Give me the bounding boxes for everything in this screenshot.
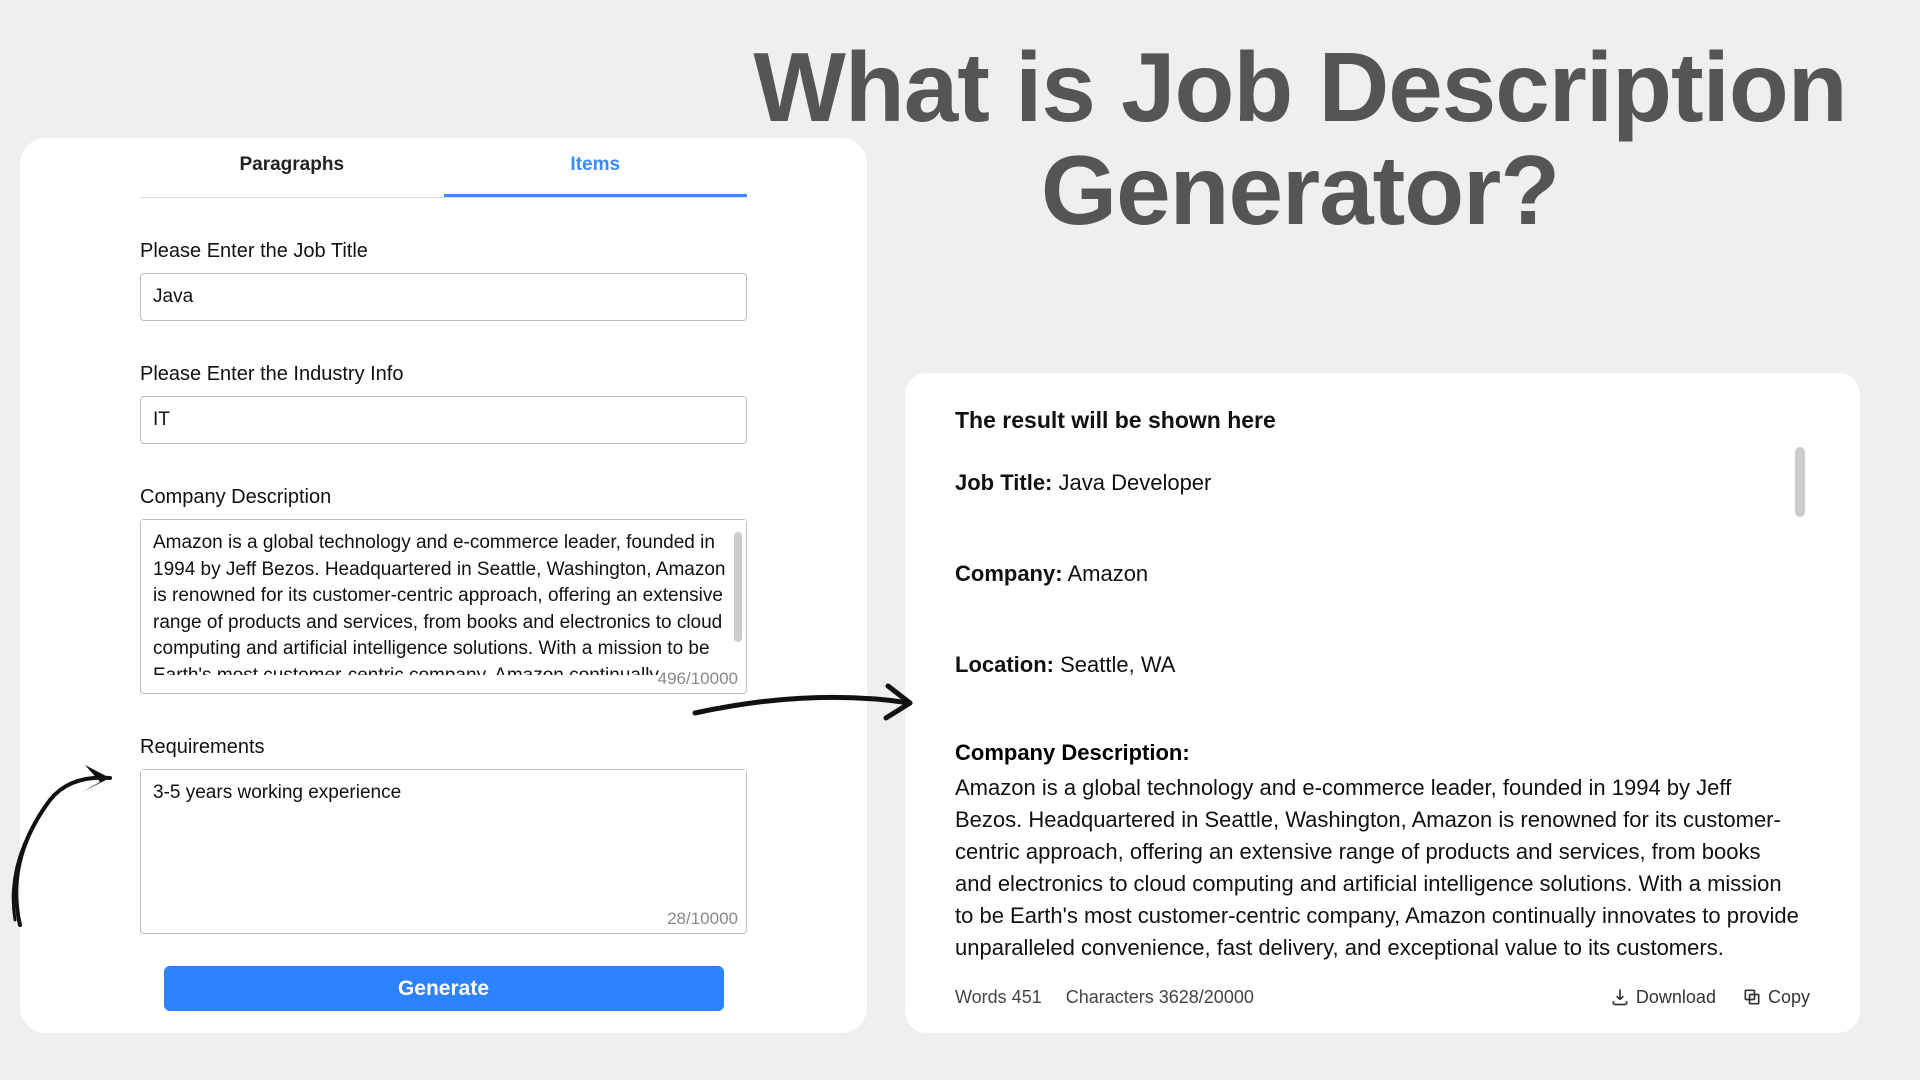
result-body: The result will be shown here Job Title:… — [955, 407, 1810, 973]
tab-items[interactable]: Items — [444, 138, 748, 197]
company-desc-wrap: 496/10000 — [140, 519, 747, 694]
page-headline: What is Job Description Generator? — [720, 36, 1880, 242]
result-location-label: Location: — [955, 652, 1054, 677]
download-icon — [1610, 987, 1630, 1007]
job-title-label: Please Enter the Job Title — [140, 240, 747, 263]
company-desc-input[interactable] — [141, 520, 746, 675]
result-company-desc: Company Description: Amazon is a global … — [955, 740, 1800, 963]
form-card: Paragraphs Items Please Enter the Job Ti… — [20, 138, 867, 1033]
requirements-label: Requirements — [140, 736, 747, 759]
result-location: Location: Seattle, WA — [955, 650, 1800, 681]
tabs: Paragraphs Items — [140, 138, 747, 198]
job-title-group: Please Enter the Job Title — [140, 240, 747, 321]
words-stat: Words 451 — [955, 987, 1042, 1008]
result-company-value: Amazon — [1063, 561, 1149, 586]
scrollbar-thumb[interactable] — [734, 532, 742, 642]
requirements-char-count: 28/10000 — [667, 909, 738, 929]
result-desc-text: Amazon is a global technology and e-comm… — [955, 772, 1800, 963]
result-job-title-value: Java Developer — [1052, 470, 1211, 495]
chars-stat: Characters 3628/20000 — [1066, 987, 1254, 1008]
tab-paragraphs[interactable]: Paragraphs — [140, 138, 444, 197]
result-heading: The result will be shown here — [955, 407, 1800, 434]
result-company-label: Company: — [955, 561, 1063, 586]
result-desc-label: Company Description: — [955, 740, 1800, 766]
result-card: The result will be shown here Job Title:… — [905, 373, 1860, 1033]
result-footer: Words 451 Characters 3628/20000 Download… — [955, 973, 1810, 1009]
footer-actions: Download Copy — [1610, 987, 1810, 1008]
industry-label: Please Enter the Industry Info — [140, 363, 747, 386]
result-job-title: Job Title: Java Developer — [955, 468, 1800, 499]
requirements-wrap: 28/10000 — [140, 769, 747, 934]
company-desc-label: Company Description — [140, 486, 747, 509]
result-job-title-label: Job Title: — [955, 470, 1052, 495]
copy-label: Copy — [1768, 987, 1810, 1008]
download-button[interactable]: Download — [1610, 987, 1716, 1008]
requirements-input[interactable] — [141, 770, 746, 905]
generate-button[interactable]: Generate — [164, 966, 724, 1011]
download-label: Download — [1636, 987, 1716, 1008]
result-company: Company: Amazon — [955, 559, 1800, 590]
result-location-value: Seattle, WA — [1054, 652, 1175, 677]
requirements-group: Requirements 28/10000 — [140, 736, 747, 934]
company-desc-group: Company Description 496/10000 — [140, 486, 747, 694]
company-char-count: 496/10000 — [658, 669, 738, 689]
industry-input[interactable] — [140, 396, 747, 444]
job-title-input[interactable] — [140, 273, 747, 321]
copy-button[interactable]: Copy — [1742, 987, 1810, 1008]
copy-icon — [1742, 987, 1762, 1007]
result-scrollbar-thumb[interactable] — [1795, 447, 1805, 517]
industry-group: Please Enter the Industry Info — [140, 363, 747, 444]
